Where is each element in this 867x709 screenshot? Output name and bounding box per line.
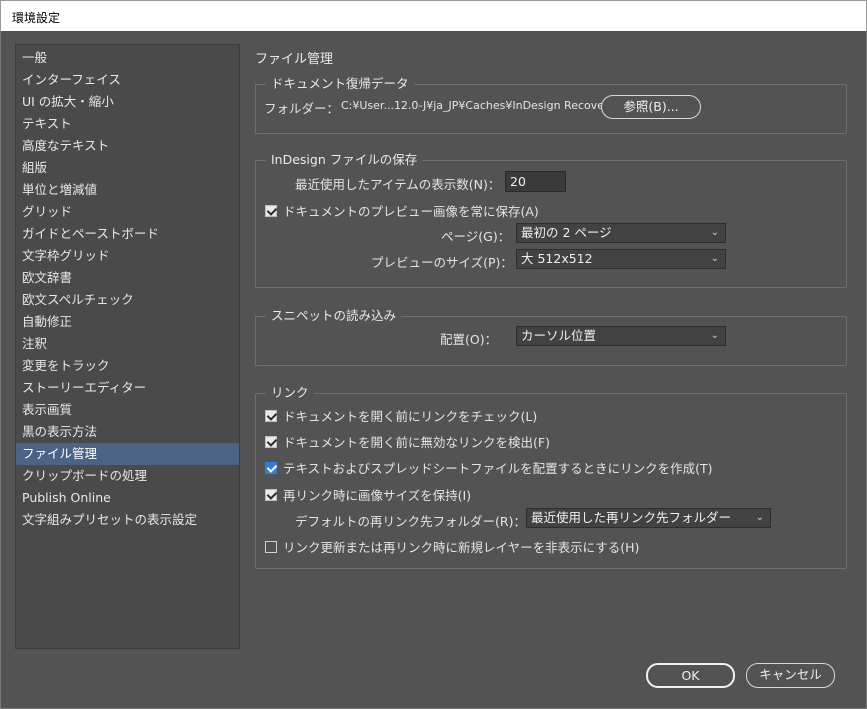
preview-checkbox-label: ドキュメントのプレビュー画像を常に保存(A): [283, 204, 539, 219]
links-legend: リンク: [266, 385, 314, 401]
create-links-label: テキストおよびスプレッドシートファイルを配置するときにリンクを作成(T): [283, 461, 713, 476]
sidebar-item[interactable]: UI の拡大・縮小: [16, 91, 239, 113]
sidebar-item[interactable]: 文字枠グリッド: [16, 245, 239, 267]
preview-size-select[interactable]: 大 512x512 ⌄: [516, 249, 726, 269]
recent-items-label: 最近使用したアイテムの表示数(N)：: [295, 177, 501, 192]
recent-items-field[interactable]: 20: [505, 171, 566, 192]
sidebar-list: 一般 インターフェイス UI の拡大・縮小 テキスト 高度なテキスト 組版 単位と増減値 グリ…: [16, 45, 239, 531]
sidebar-item[interactable]: ファイル管理: [16, 443, 239, 465]
sidebar-item[interactable]: クリップボードの処理: [16, 465, 239, 487]
sidebar-item[interactable]: 変更をトラック: [16, 355, 239, 377]
hide-layers-label: リンク更新または再リンク時に新規レイヤーを非表示にする(H): [283, 540, 640, 555]
sidebar-item[interactable]: インターフェイス: [16, 69, 239, 91]
pages-select[interactable]: 最初の 2 ページ ⌄: [516, 223, 726, 243]
chevron-down-icon: ⌄: [710, 330, 719, 341]
ok-button[interactable]: OK: [646, 663, 735, 688]
position-label: 配置(O)：: [440, 332, 498, 347]
preview-size-label: プレビューのサイズ(P)：: [371, 255, 513, 270]
check-links-label: ドキュメントを開く前にリンクをチェック(L): [283, 409, 538, 424]
folder-path: C:¥User...12.0-J¥ja_JP¥Caches¥InDesign R…: [341, 99, 616, 112]
sidebar-item[interactable]: テキスト: [16, 113, 239, 135]
default-folder-value: 最近使用した再リンク先フォルダー: [531, 510, 732, 525]
create-links-row[interactable]: テキストおよびスプレッドシートファイルを配置するときにリンクを作成(T): [265, 458, 713, 477]
sidebar-item[interactable]: 組版: [16, 157, 239, 179]
sidebar-item[interactable]: Publish Online: [16, 487, 239, 509]
cancel-button[interactable]: キャンセル: [746, 663, 835, 688]
check-links-row[interactable]: ドキュメントを開く前にリンクをチェック(L): [265, 406, 537, 425]
sidebar-item[interactable]: 自動修正: [16, 311, 239, 333]
preserve-size-row[interactable]: 再リンク時に画像サイズを保持(I): [265, 485, 471, 504]
sidebar-item[interactable]: ガイドとペーストボード: [16, 223, 239, 245]
sidebar-item[interactable]: 単位と増減値: [16, 179, 239, 201]
preserve-size-checkbox[interactable]: [265, 488, 277, 501]
detect-invalid-row[interactable]: ドキュメントを開く前に無効なリンクを検出(F): [265, 432, 550, 451]
recovery-legend: ドキュメント復帰データ: [266, 76, 414, 92]
sidebar-item[interactable]: 欧文スペルチェック: [16, 289, 239, 311]
preview-checkbox-row[interactable]: ドキュメントのプレビュー画像を常に保存(A): [265, 201, 539, 220]
hide-layers-row[interactable]: リンク更新または再リンク時に新規レイヤーを非表示にする(H): [265, 537, 639, 556]
pages-select-value: 最初の 2 ページ: [521, 225, 612, 240]
sidebar: 一般 インターフェイス UI の拡大・縮小 テキスト 高度なテキスト 組版 単位と増減値 グリ…: [15, 44, 240, 649]
page-title: ファイル管理: [255, 52, 334, 67]
window-title: 環境設定: [12, 11, 61, 25]
sidebar-item[interactable]: 欧文辞書: [16, 267, 239, 289]
sidebar-item[interactable]: 高度なテキスト: [16, 135, 239, 157]
title-bar: 環境設定: [0, 0, 867, 31]
default-folder-select[interactable]: 最近使用した再リンク先フォルダー ⌄: [526, 508, 771, 528]
sidebar-item[interactable]: 文字組みプリセットの表示設定: [16, 509, 239, 531]
preview-checkbox[interactable]: [265, 204, 277, 217]
browse-button[interactable]: 参照(B)...: [601, 95, 701, 119]
chevron-down-icon: ⌄: [710, 227, 719, 238]
preview-size-value: 大 512x512: [521, 251, 593, 266]
pages-label: ページ(G)：: [441, 229, 511, 244]
sidebar-item[interactable]: 黒の表示方法: [16, 421, 239, 443]
position-select[interactable]: カーソル位置 ⌄: [516, 326, 726, 346]
default-folder-label: デフォルトの再リンク先フォルダー(R)：: [295, 514, 526, 529]
preserve-size-label: 再リンク時に画像サイズを保持(I): [283, 488, 472, 503]
save-legend: InDesign ファイルの保存: [266, 152, 423, 168]
create-links-checkbox[interactable]: [265, 461, 277, 474]
chevron-down-icon: ⌄: [710, 253, 719, 264]
sidebar-item[interactable]: グリッド: [16, 201, 239, 223]
detect-invalid-label: ドキュメントを開く前に無効なリンクを検出(F): [283, 435, 550, 450]
check-links-checkbox[interactable]: [265, 409, 277, 422]
chevron-down-icon: ⌄: [755, 512, 764, 523]
snippet-legend: スニペットの読み込み: [266, 308, 402, 324]
position-select-value: カーソル位置: [521, 328, 597, 343]
sidebar-item[interactable]: 表示画質: [16, 399, 239, 421]
sidebar-item[interactable]: ストーリーエディター: [16, 377, 239, 399]
detect-invalid-checkbox[interactable]: [265, 435, 277, 448]
sidebar-item[interactable]: 一般: [16, 47, 239, 69]
hide-layers-checkbox[interactable]: [265, 540, 277, 553]
folder-label: フォルダー：: [264, 101, 340, 116]
sidebar-item[interactable]: 注釈: [16, 333, 239, 355]
